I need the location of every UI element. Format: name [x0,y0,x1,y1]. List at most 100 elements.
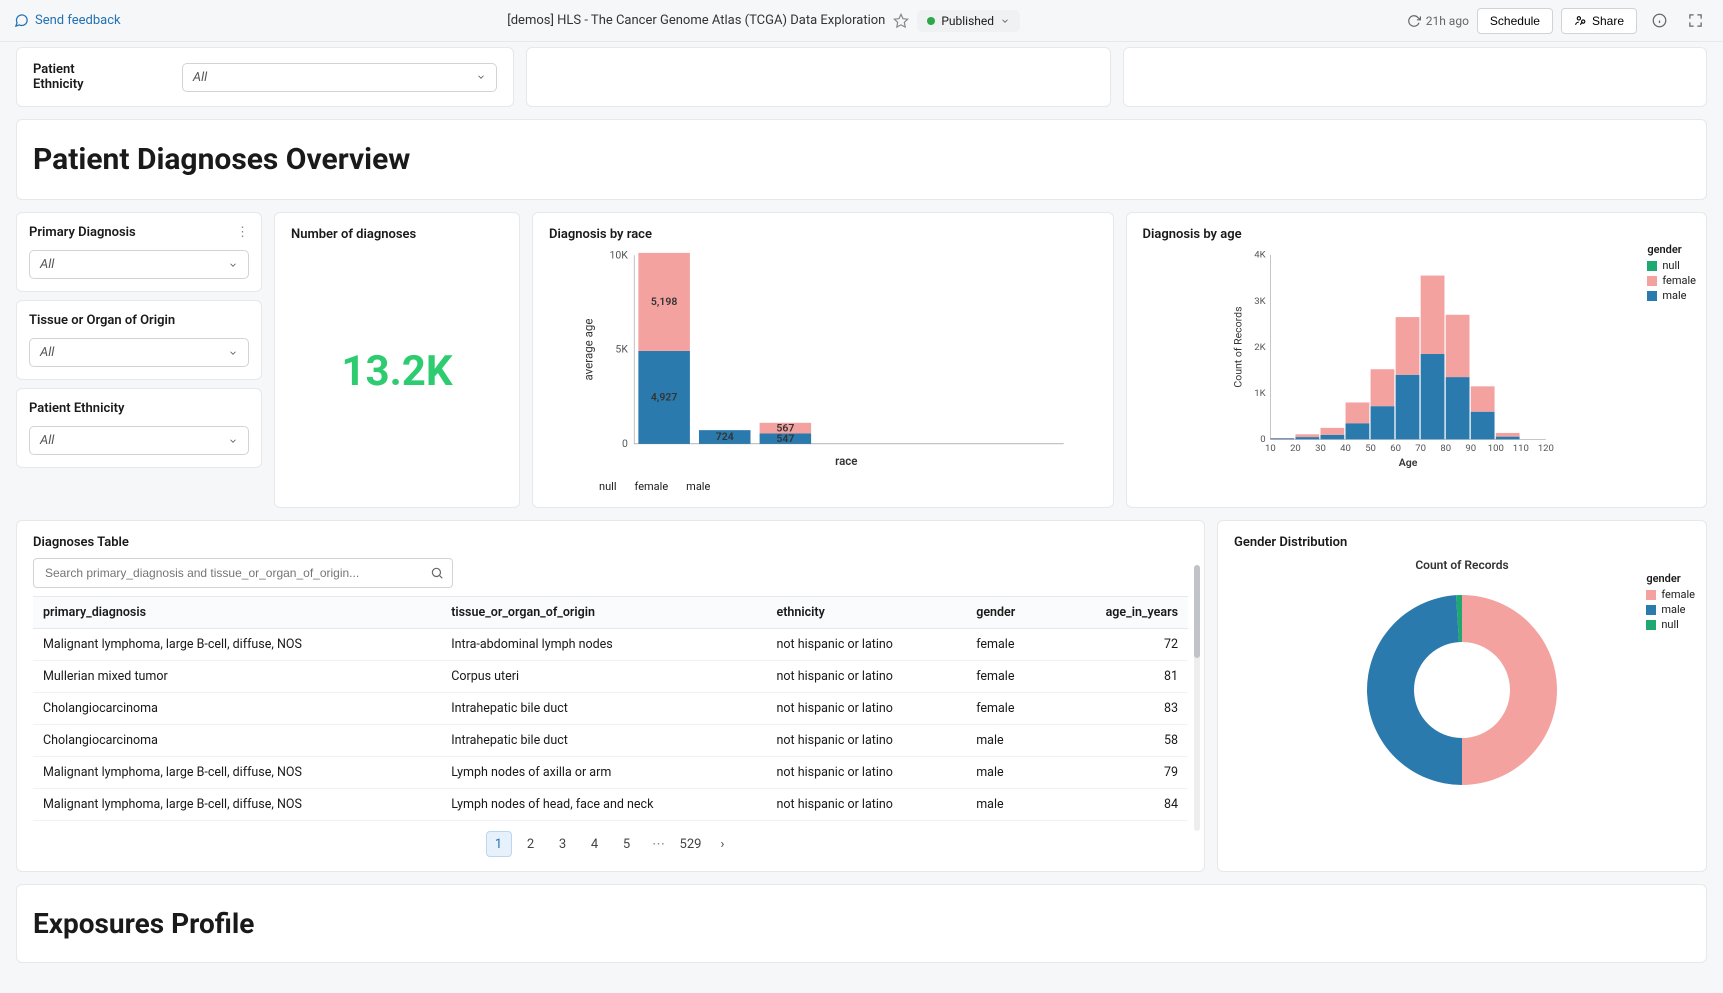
metric-card: Number of diagnoses 13.2K [274,212,520,508]
svg-text:70: 70 [1415,443,1426,454]
table-cell: Intrahepatic bile duct [441,693,766,725]
table-row[interactable]: Malignant lymphoma, large B-cell, diffus… [33,789,1188,821]
svg-text:2K: 2K [1254,342,1265,353]
chevron-down-icon [228,260,238,270]
table-cell: 79 [1053,757,1188,789]
table-row[interactable]: Malignant lymphoma, large B-cell, diffus… [33,629,1188,661]
table-header[interactable]: primary_diagnosis [33,597,441,629]
notebook-title[interactable]: [demos] HLS - The Cancer Genome Atlas (T… [507,13,885,28]
table-cell: 72 [1053,629,1188,661]
table-header[interactable]: gender [966,597,1052,629]
star-icon[interactable] [893,13,909,29]
chart-age-svg[interactable]: 01K2K3K4K102030405060708090100110120Coun… [1143,250,1691,470]
schedule-button[interactable]: Schedule [1477,8,1553,34]
refresh-icon [1407,14,1421,28]
chat-icon [14,13,29,28]
chart-race-legend: null female male [599,480,1097,493]
chart-race-card: Diagnosis by race 05K10K4,9275,198724547… [532,212,1114,508]
exposures-title: Exposures Profile [33,907,1690,940]
svg-text:Count of Records: Count of Records [1231,307,1244,388]
diagnoses-table: primary_diagnosis tissue_or_organ_of_ori… [33,596,1188,821]
top-bar: Send feedback [demos] HLS - The Cancer G… [0,0,1723,42]
table-cell: Lymph nodes of axilla or arm [441,757,766,789]
ethnicity-filter-label: Patient Ethnicity [33,62,127,92]
table-row[interactable]: CholangiocarcinomaIntrahepatic bile duct… [33,693,1188,725]
page-next-button[interactable]: › [710,831,736,857]
share-button[interactable]: Share [1561,8,1637,34]
table-cell: Mullerian mixed tumor [33,661,441,693]
table-cell: not hispanic or latino [766,693,966,725]
table-row[interactable]: Mullerian mixed tumorCorpus uterinot his… [33,661,1188,693]
svg-text:724: 724 [716,430,734,443]
page-button[interactable]: 2 [518,831,544,857]
pagination: 12345⋯529› [33,831,1188,857]
table-cell: 81 [1053,661,1188,693]
ethnicity-side-select[interactable]: All [29,426,249,455]
svg-text:10: 10 [1265,443,1276,454]
page-button[interactable]: 1 [486,831,512,857]
kebab-menu-button[interactable]: ⋮ [236,225,249,240]
scrollbar[interactable] [1194,565,1200,831]
chart-age-title: Diagnosis by age [1143,227,1691,242]
chart-age-legend: gender null female male [1647,243,1696,304]
table-search-box[interactable] [33,558,453,588]
table-cell: male [966,757,1052,789]
status-pill[interactable]: Published [917,10,1020,32]
svg-text:5,198: 5,198 [651,295,677,308]
table-cell: not hispanic or latino [766,725,966,757]
gender-donut-svg[interactable] [1347,572,1577,802]
empty-card-1 [526,47,1111,107]
table-header[interactable]: tissue_or_organ_of_origin [441,597,766,629]
table-cell: male [966,789,1052,821]
tissue-label: Tissue or Organ of Origin [29,313,249,328]
ethnicity-select[interactable]: All [182,63,497,92]
table-cell: Corpus uteri [441,661,766,693]
page-button[interactable]: 4 [582,831,608,857]
table-cell: not hispanic or latino [766,757,966,789]
table-header[interactable]: age_in_years [1053,597,1188,629]
chevron-down-icon [1000,16,1010,26]
table-search-input[interactable] [42,563,430,583]
gender-legend: gender female male null [1646,572,1695,633]
table-cell: Malignant lymphoma, large B-cell, diffus… [33,629,441,661]
metric-value: 13.2K [291,250,503,493]
table-cell: Intra-abdominal lymph nodes [441,629,766,661]
svg-text:10K: 10K [610,250,629,261]
table-cell: 58 [1053,725,1188,757]
primary-diagnosis-filter-card: ⋮ Primary Diagnosis All [16,212,262,292]
send-feedback-link[interactable]: Send feedback [14,13,121,28]
refresh-time[interactable]: 21h ago [1407,14,1469,28]
diagnoses-table-title: Diagnoses Table [33,535,1188,550]
tissue-filter-card: Tissue or Organ of Origin All [16,300,262,380]
table-cell: Lymph nodes of head, face and neck [441,789,766,821]
svg-text:4,927: 4,927 [651,390,677,403]
ethnicity-filter-card: Patient Ethnicity All [16,47,514,107]
send-feedback-label: Send feedback [35,13,121,28]
chevron-down-icon [228,348,238,358]
section-title-card: Patient Diagnoses Overview [16,119,1707,200]
table-header[interactable]: ethnicity [766,597,966,629]
svg-text:110: 110 [1512,443,1528,454]
table-cell: not hispanic or latino [766,629,966,661]
table-row[interactable]: CholangiocarcinomaIntrahepatic bile duct… [33,725,1188,757]
chart-age-card: Diagnosis by age 01K2K3K4K10203040506070… [1126,212,1708,508]
empty-card-2 [1123,47,1708,107]
diagnoses-table-card: Diagnoses Table primary_diagnosis tissue… [16,520,1205,872]
svg-text:5K: 5K [615,343,628,356]
table-row[interactable]: Malignant lymphoma, large B-cell, diffus… [33,757,1188,789]
svg-text:100: 100 [1487,443,1503,454]
table-cell: female [966,661,1052,693]
info-icon [1652,13,1667,28]
page-button[interactable]: 5 [614,831,640,857]
tissue-select[interactable]: All [29,338,249,367]
page-button[interactable]: 3 [550,831,576,857]
svg-text:20: 20 [1290,443,1301,454]
primary-diagnosis-select[interactable]: All [29,250,249,279]
gender-distribution-card: Gender Distribution Count of Records gen… [1217,520,1707,872]
chart-race-svg[interactable]: 05K10K4,9275,198724547567average agerace [549,250,1097,470]
svg-text:0: 0 [622,437,628,450]
page-button[interactable]: 529 [678,831,704,857]
fullscreen-button[interactable] [1681,7,1709,35]
info-button[interactable] [1645,7,1673,35]
chevron-down-icon [228,436,238,446]
